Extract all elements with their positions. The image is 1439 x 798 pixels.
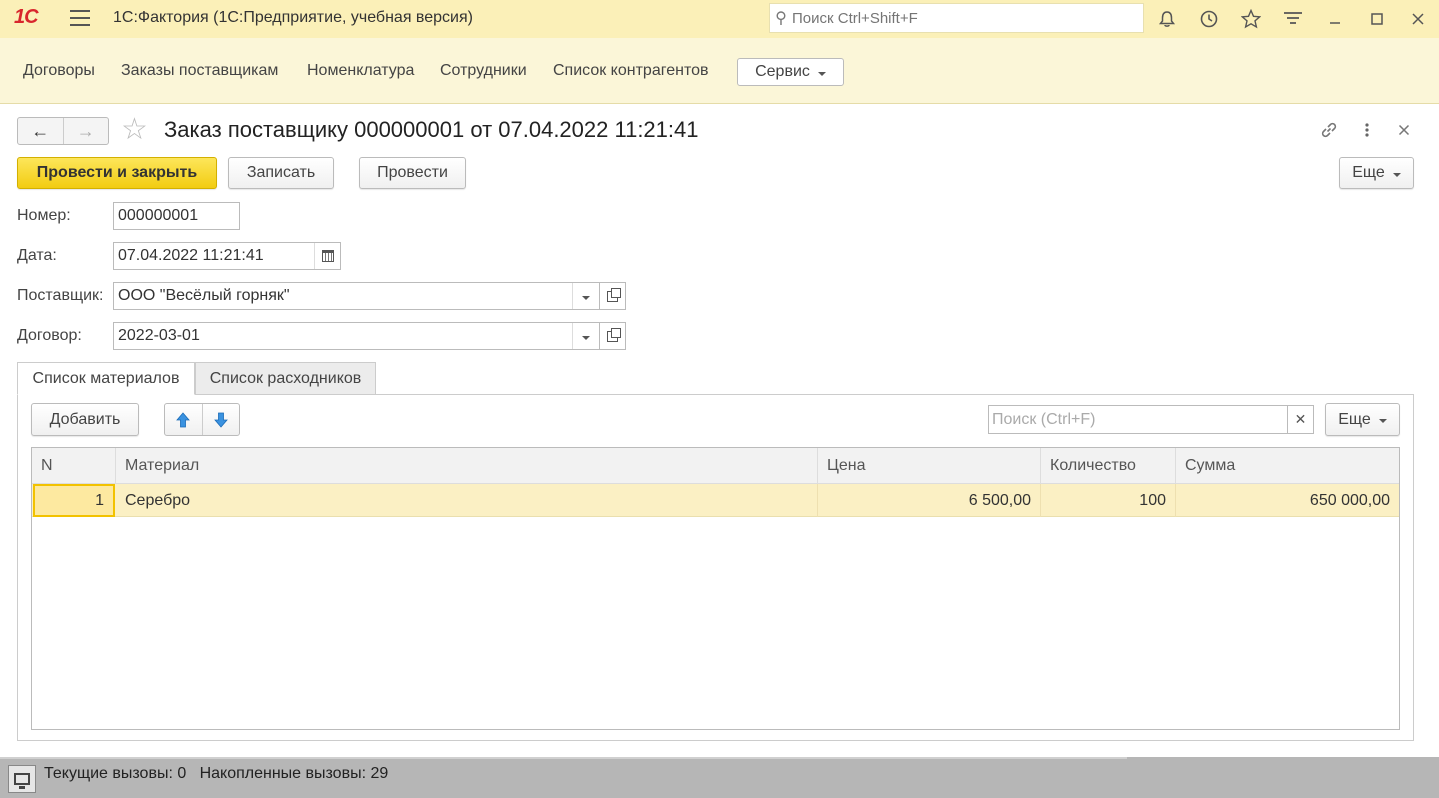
tab-materials[interactable]: Список материалов (17, 362, 195, 395)
more-actions-icon[interactable] (1356, 119, 1378, 141)
favorites-star-icon[interactable] (1240, 8, 1262, 30)
number-field[interactable]: 000000001 (113, 202, 240, 230)
nav-item-counterparties[interactable]: Список контрагентов (553, 62, 708, 80)
close-window-icon[interactable] (1407, 8, 1429, 30)
table-header: N Материал Цена Количество Сумма (32, 448, 1399, 484)
cell-sum[interactable]: 650 000,00 (1176, 484, 1399, 517)
materials-table[interactable]: N Материал Цена Количество Сумма 1 Сереб… (31, 447, 1400, 730)
post-and-close-button[interactable]: Провести и закрыть (17, 157, 217, 189)
service-menu-button[interactable]: Сервис (737, 58, 844, 86)
nav-item-supplier-orders[interactable]: Заказы поставщикам (121, 62, 278, 80)
tab-consumables[interactable]: Список расходников (195, 362, 376, 395)
chevron-down-icon (817, 71, 826, 76)
table-search-input[interactable]: Поиск (Ctrl+F) (988, 405, 1288, 434)
status-divider (0, 757, 1127, 759)
chevron-down-icon (1378, 419, 1387, 423)
column-header-quantity[interactable]: Количество (1041, 448, 1176, 484)
post-button[interactable]: Провести (359, 157, 466, 189)
calendar-icon[interactable] (314, 243, 340, 269)
date-field[interactable]: 07.04.2022 11:21:41 (113, 242, 341, 270)
move-rows-group (164, 403, 240, 436)
supplier-value: ООО "Весёлый горняк" (118, 287, 290, 304)
bell-icon[interactable] (1156, 8, 1178, 30)
chevron-down-icon (1392, 172, 1401, 177)
column-header-sum[interactable]: Сумма (1176, 448, 1399, 484)
supplier-label: Поставщик: (17, 287, 104, 304)
cell-material[interactable]: Серебро (116, 484, 818, 517)
close-form-icon[interactable] (1393, 119, 1415, 141)
link-icon[interactable] (1318, 119, 1340, 141)
add-favorite-star-icon[interactable]: ☆ (121, 114, 148, 146)
maximize-icon[interactable] (1366, 8, 1388, 30)
nav-item-employees[interactable]: Сотрудники (440, 62, 527, 80)
clear-search-icon[interactable]: ✕ (1287, 405, 1314, 434)
main-menu-icon[interactable] (70, 10, 90, 26)
cell-quantity[interactable]: 100 (1041, 484, 1176, 517)
move-up-icon[interactable] (165, 404, 203, 435)
contract-value: 2022-03-01 (118, 327, 200, 344)
supplier-dropdown-icon[interactable] (572, 283, 599, 309)
contract-field[interactable]: 2022-03-01 (113, 322, 600, 350)
back-arrow-icon[interactable]: ← (18, 118, 64, 144)
global-search-input[interactable]: ⚲ (769, 3, 1144, 33)
more-button[interactable]: Еще (1339, 157, 1414, 189)
date-value: 07.04.2022 11:21:41 (118, 247, 264, 264)
number-label: Номер: (17, 207, 71, 224)
app-logo[interactable]: 1С (14, 6, 39, 29)
column-header-price[interactable]: Цена (818, 448, 1041, 484)
move-down-icon[interactable] (203, 404, 240, 435)
table-more-label: Еще (1338, 410, 1371, 428)
column-header-n[interactable]: N (32, 448, 116, 484)
nav-item-nomenclature[interactable]: Номенклатура (307, 62, 414, 80)
table-more-button[interactable]: Еще (1325, 403, 1400, 436)
sections-panel: Договоры Заказы поставщикам Номенклатура… (0, 38, 1439, 104)
supplier-field[interactable]: ООО "Весёлый горняк" (113, 282, 600, 310)
search-icon: ⚲ (775, 10, 787, 27)
minimize-icon[interactable] (1324, 8, 1346, 30)
more-button-label: Еще (1352, 164, 1385, 181)
forward-arrow-icon[interactable]: → (64, 118, 109, 144)
service-menu-label: Сервис (755, 63, 810, 80)
filter-menu-icon[interactable] (1282, 8, 1304, 30)
form-title: Заказ поставщику 000000001 от 07.04.2022… (164, 117, 699, 142)
supplier-open-icon[interactable] (599, 282, 626, 310)
column-header-material[interactable]: Материал (116, 448, 818, 484)
history-nav: ← → (17, 117, 109, 145)
performance-monitor-icon[interactable] (8, 765, 36, 793)
date-label: Дата: (17, 247, 57, 264)
history-icon[interactable] (1198, 8, 1220, 30)
contract-dropdown-icon[interactable] (572, 323, 599, 349)
status-text: Текущие вызовы: 0 Накопленные вызовы: 29 (44, 765, 389, 782)
contract-label: Договор: (17, 327, 82, 344)
add-row-button[interactable]: Добавить (31, 403, 139, 436)
title-bar: 1С 1С:Фактория (1С:Предприятие, учебная … (0, 0, 1439, 38)
app-title: 1С:Фактория (1С:Предприятие, учебная вер… (113, 9, 473, 26)
status-bar: Текущие вызовы: 0 Накопленные вызовы: 29 (0, 757, 1439, 798)
cell-price[interactable]: 6 500,00 (818, 484, 1041, 517)
global-search-field[interactable] (792, 9, 1132, 27)
contract-open-icon[interactable] (599, 322, 626, 350)
save-button[interactable]: Записать (228, 157, 334, 189)
cell-n[interactable]: 1 (33, 484, 115, 517)
nav-item-contracts[interactable]: Договоры (23, 62, 95, 80)
table-row[interactable]: 1 Серебро 6 500,00 100 650 000,00 (32, 484, 1399, 517)
number-value: 000000001 (118, 207, 199, 224)
